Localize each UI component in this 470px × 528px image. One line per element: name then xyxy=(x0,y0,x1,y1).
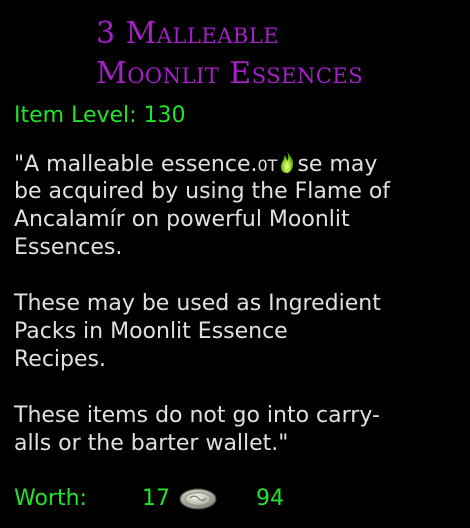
item-description: "A malleable essence.0T se may be acquire… xyxy=(14,150,459,458)
worth-copper-value: 94 xyxy=(256,486,284,511)
item-title-line-1: 3 Malleable xyxy=(96,16,280,51)
worth-label: Worth: xyxy=(14,486,87,511)
description-line: Essences. xyxy=(14,235,123,260)
green-flame-icon xyxy=(277,150,297,174)
description-line: alls or the barter wallet." xyxy=(14,431,289,456)
silver-coin-icon xyxy=(178,487,218,511)
description-line: Ancalamír on powerful Moonlit xyxy=(14,207,350,232)
description-line: These items do not go into carry- xyxy=(14,403,380,428)
description-line: These may be used as Ingredient xyxy=(14,291,381,316)
description-text: "A malleable essence. xyxy=(14,152,258,177)
item-title: 3 Malleable Moonlit Essences xyxy=(96,14,456,94)
glitch-text: 0T xyxy=(257,156,278,175)
description-line: Packs in Moonlit Essence xyxy=(14,319,288,344)
item-title-line-2: Moonlit Essences xyxy=(96,56,364,91)
item-level-value: 130 xyxy=(143,103,186,128)
item-level: Item Level: 130 xyxy=(14,102,186,130)
description-line: be acquired by using the Flame of xyxy=(14,179,391,204)
worth-row: Worth: 17 94 xyxy=(14,484,454,514)
description-line: Recipes. xyxy=(14,347,106,372)
item-level-label: Item Level: xyxy=(14,103,137,128)
item-tooltip: 3 Malleable Moonlit Essences Item Level:… xyxy=(0,0,470,528)
worth-silver-value: 17 xyxy=(142,486,170,511)
description-line: "A malleable essence.0T se may xyxy=(14,150,459,178)
description-text: se may xyxy=(297,152,378,177)
